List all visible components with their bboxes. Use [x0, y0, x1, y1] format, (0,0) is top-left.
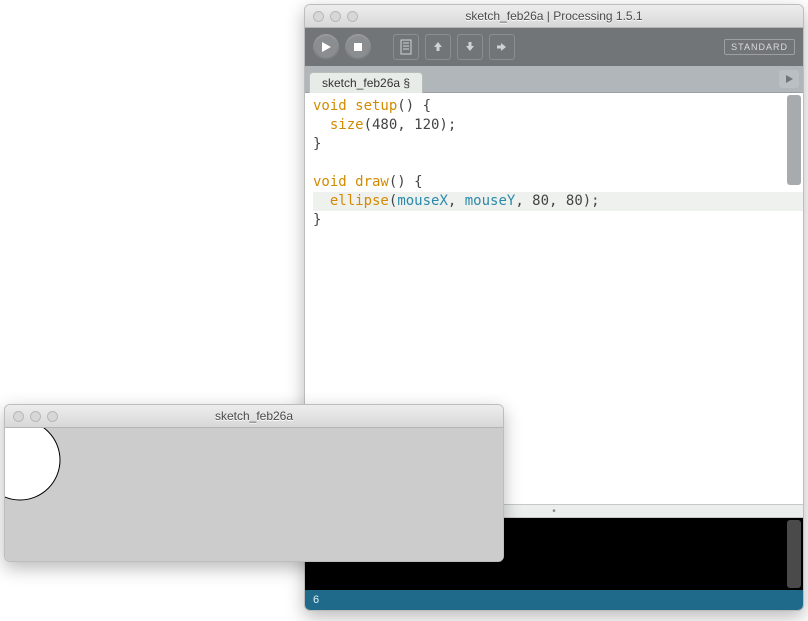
code-line: }	[313, 135, 803, 154]
minimize-icon[interactable]	[330, 11, 341, 22]
mode-badge[interactable]: STANDARD	[724, 39, 795, 55]
ide-window-title: sketch_feb26a | Processing 1.5.1	[305, 9, 803, 23]
stop-button[interactable]	[345, 34, 371, 60]
status-line-number: 6	[313, 594, 319, 606]
editor-scrollbar-thumb[interactable]	[787, 95, 801, 185]
console-scrollbar-thumb[interactable]	[787, 520, 801, 588]
ide-toolbar: STANDARD	[305, 28, 803, 66]
console-scrollbar[interactable]	[787, 520, 801, 588]
sketch-titlebar[interactable]: sketch_feb26a	[5, 405, 503, 428]
status-bar: 6	[305, 590, 803, 610]
tab-sketch[interactable]: sketch_feb26a §	[309, 72, 423, 93]
arrow-right-icon	[495, 40, 509, 54]
sketch-output-window: sketch_feb26a	[4, 404, 504, 562]
new-button[interactable]	[393, 34, 419, 60]
window-controls	[313, 11, 358, 22]
arrow-right-icon	[784, 74, 794, 84]
sketch-canvas[interactable]	[5, 428, 503, 561]
minimize-icon[interactable]	[30, 411, 41, 422]
code-line	[313, 154, 803, 173]
code-line: void setup() {	[313, 97, 803, 116]
tab-menu-button[interactable]	[779, 70, 799, 88]
code-line: void draw() {	[313, 173, 803, 192]
code-line: size(480, 120);	[313, 116, 803, 135]
close-icon[interactable]	[313, 11, 324, 22]
zoom-icon[interactable]	[347, 11, 358, 22]
open-button[interactable]	[425, 34, 451, 60]
sketch-window-title: sketch_feb26a	[5, 409, 503, 423]
run-button[interactable]	[313, 34, 339, 60]
new-file-icon	[399, 39, 413, 55]
stop-icon	[353, 42, 363, 52]
window-controls	[13, 411, 58, 422]
arrow-down-icon	[463, 40, 477, 54]
play-icon	[320, 41, 332, 53]
code-line: }	[313, 211, 803, 230]
ellipse-shape-icon	[5, 428, 80, 520]
code-line-current: ellipse(mouseX, mouseY, 80, 80);	[313, 192, 803, 211]
save-button[interactable]	[457, 34, 483, 60]
close-icon[interactable]	[13, 411, 24, 422]
export-button[interactable]	[489, 34, 515, 60]
arrow-up-icon	[431, 40, 445, 54]
zoom-icon[interactable]	[47, 411, 58, 422]
tab-bar: sketch_feb26a §	[305, 66, 803, 93]
ide-titlebar[interactable]: sketch_feb26a | Processing 1.5.1	[305, 5, 803, 28]
